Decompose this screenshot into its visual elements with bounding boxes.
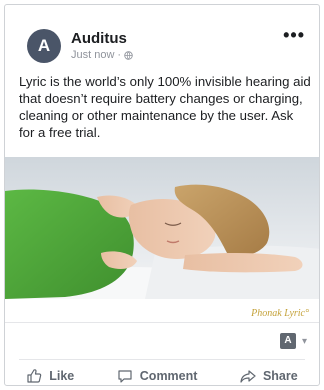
comment-icon bbox=[118, 370, 132, 383]
more-options-icon[interactable]: ••• bbox=[283, 25, 305, 46]
facebook-post-card: A Auditus Just now · ••• Lyric is the wo… bbox=[4, 4, 320, 386]
comment-button[interactable]: Comment bbox=[117, 368, 198, 384]
divider bbox=[5, 322, 319, 323]
sleeping-woman-photo bbox=[5, 157, 319, 299]
author-avatar[interactable]: A bbox=[27, 29, 61, 63]
post-header: A Auditus Just now · ••• bbox=[5, 5, 319, 67]
share-button[interactable]: Share bbox=[240, 368, 298, 384]
share-label: Share bbox=[262, 369, 298, 383]
thumbs-up-icon bbox=[27, 369, 42, 383]
viewer-selector[interactable]: A ▾ bbox=[279, 333, 307, 349]
post-text: Lyric is the world’s only 100% invisible… bbox=[19, 74, 311, 140]
post-image[interactable] bbox=[5, 157, 319, 299]
chevron-down-icon[interactable]: ▾ bbox=[302, 336, 307, 347]
meta-separator: · bbox=[117, 49, 122, 61]
brand-caption: Phonak Lyric° bbox=[251, 308, 309, 319]
viewer-avatar[interactable]: A bbox=[279, 333, 296, 349]
post-meta: Just now · bbox=[71, 49, 133, 61]
divider bbox=[19, 359, 305, 360]
like-label: Like bbox=[49, 369, 75, 383]
post-timestamp[interactable]: Just now bbox=[71, 49, 114, 61]
comment-label: Comment bbox=[139, 369, 198, 383]
author-name[interactable]: Auditus bbox=[71, 30, 127, 47]
post-actions: Like Comment Share bbox=[5, 365, 319, 385]
share-icon bbox=[240, 370, 256, 383]
globe-icon[interactable] bbox=[124, 50, 133, 60]
like-button[interactable]: Like bbox=[26, 368, 74, 384]
